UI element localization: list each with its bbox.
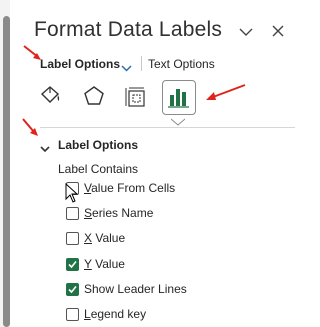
label-contains-heading: Label Contains [58,162,139,176]
pane-options-chevron-icon[interactable] [239,24,253,42]
checkbox[interactable] [66,308,79,321]
annotation-arrow-icon [203,83,247,108]
section-divider [40,127,295,128]
effects-pentagon-icon[interactable] [83,85,105,112]
section-title[interactable]: Label Options [58,138,138,152]
checkbox[interactable] [66,207,79,220]
checkbox-label: Show Leader Lines [84,282,187,296]
chevron-down-icon[interactable] [40,140,50,158]
tab-text-options[interactable]: Text Options [148,57,215,71]
checkbox-label: Value From Cells [84,181,176,195]
checkbox[interactable] [66,232,79,245]
pane-title: Format Data Labels [34,18,223,41]
checkbox-label: Legend key [84,307,147,321]
scrollbar-thumb[interactable] [3,16,10,327]
tab-label-options[interactable]: Label Options [40,57,120,71]
checkbox-label: X Value [84,231,126,245]
label-options-bar-chart-icon[interactable] [162,80,196,115]
chevron-down-icon[interactable] [121,59,132,77]
fill-line-icon[interactable] [39,85,63,112]
checkbox-label: Y Value [84,257,125,271]
selected-tab-indicator-icon [170,113,186,131]
checkbox-label: Series Name [84,206,154,220]
size-properties-icon[interactable] [124,86,148,113]
checkbox-checked[interactable] [66,258,79,271]
tab-separator [141,56,142,71]
checkbox-checked[interactable] [66,283,79,296]
mouse-pointer-icon [65,182,79,208]
annotation-arrow-icon [21,117,41,144]
annotation-arrow-icon [22,44,44,69]
close-icon[interactable] [272,24,284,42]
